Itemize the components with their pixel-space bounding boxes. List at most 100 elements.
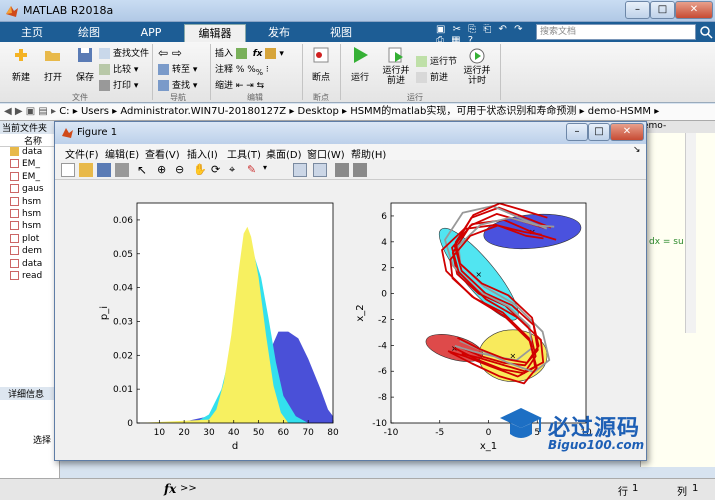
tab-apps[interactable]: APP (122, 24, 180, 42)
command-prompt[interactable]: >> (180, 483, 197, 494)
editor-scrollbar[interactable] (685, 133, 696, 333)
print-figure-icon[interactable] (115, 163, 129, 177)
brush-dropdown-icon[interactable]: ▾ (263, 163, 277, 177)
search-icon[interactable] (699, 25, 713, 39)
menu-edit[interactable]: 编辑(E) (105, 146, 139, 161)
tab-editor[interactable]: 编辑器 (184, 24, 246, 42)
file-list-item[interactable]: EM_ (0, 159, 59, 171)
x-tick-label: -5 (435, 428, 444, 438)
quick-access-toolbar[interactable]: ▣ ✂ ⎘ ⎗ ↶ ↷ ⎙ ▦ ? (436, 24, 532, 46)
menu-tools[interactable]: 工具(T) (227, 146, 261, 161)
path-part[interactable]: demo-HSMM (588, 106, 651, 117)
y-tick-label: 0.06 (113, 216, 133, 226)
file-list-item[interactable]: hsm (0, 208, 59, 221)
nav-back-forward[interactable]: ◀ ▶ ▣ ▤ ▸ (0, 106, 56, 117)
close-button[interactable]: ✕ (675, 1, 713, 19)
menu-view[interactable]: 查看(V) (145, 146, 180, 161)
brush-icon[interactable]: ✎ (247, 163, 261, 177)
plot-tools-icon[interactable] (353, 163, 367, 177)
tab-home[interactable]: 主页 (6, 24, 58, 42)
run-time-button[interactable]: 运行并 计时 (460, 46, 494, 86)
run-button[interactable]: 运行 (344, 46, 376, 83)
path-part[interactable]: HSMM的matlab实现，可用于状态识别和寿命预测 (350, 106, 576, 117)
goto-icon (158, 64, 169, 75)
path-part[interactable]: Administrator.WIN7U-20180127Z (120, 106, 286, 117)
pointer-icon[interactable]: ↖ (137, 163, 151, 177)
run-advance-button[interactable]: 运行并 前进 (378, 46, 414, 86)
x-tick-label: 0 (486, 428, 492, 438)
minimize-button[interactable]: – (625, 1, 650, 19)
search-docs-input[interactable]: 搜索文档 (536, 24, 696, 40)
menu-insert[interactable]: 插入(I) (187, 146, 218, 161)
rotate-icon[interactable]: ⟳ (211, 163, 225, 177)
compare-icon (99, 64, 110, 75)
menu-help[interactable]: 帮助(H) (351, 146, 386, 161)
file-list-item[interactable]: dem (0, 246, 59, 258)
menu-desktop[interactable]: 桌面(D) (266, 146, 302, 161)
tab-plots[interactable]: 绘图 (60, 24, 118, 42)
open-button[interactable]: 打开 (38, 46, 68, 83)
save-figure-icon[interactable] (97, 163, 111, 177)
print-button[interactable]: 打印 ▾ (99, 78, 138, 91)
menu-file[interactable]: 文件(F) (65, 146, 99, 161)
y-tick-label: 0.05 (113, 250, 133, 260)
file-list-item[interactable]: hsm (0, 196, 59, 209)
file-list-item[interactable]: data (0, 147, 59, 159)
new-button[interactable]: 新建 (6, 46, 36, 83)
maximize-button[interactable]: □ (650, 1, 675, 19)
insert-button[interactable]: 插入 fx ▾ (215, 46, 284, 59)
figure-close-button[interactable]: ✕ (610, 123, 644, 141)
legend-icon[interactable] (335, 163, 349, 177)
zoom-out-icon[interactable]: ⊖ (175, 163, 189, 177)
file-name: dem (22, 246, 43, 257)
indent-button[interactable]: 缩进 ⇤ ⇥ ⇆ (215, 78, 264, 91)
new-figure-icon[interactable] (61, 163, 75, 177)
breakpoint-icon (312, 46, 330, 64)
pan-icon[interactable]: ✋ (193, 163, 207, 177)
file-icon (10, 221, 19, 231)
menu-window[interactable]: 窗口(W) (307, 146, 345, 161)
column-header-name[interactable]: 名称 (0, 134, 59, 147)
group-label-breakpoints: 断点 (313, 93, 329, 102)
advance-button[interactable]: 前进 (416, 70, 448, 83)
find-button[interactable]: 查找 ▾ (158, 78, 197, 91)
dock-arrow-icon[interactable]: ↘ (633, 145, 641, 155)
data-cursor-icon[interactable]: ⌖ (229, 163, 243, 177)
breakpoints-button[interactable]: 断点 (306, 46, 336, 83)
file-name: plot (22, 233, 40, 244)
path-part[interactable]: Desktop (298, 106, 339, 117)
y-tick-label: -2 (378, 315, 387, 325)
tab-publish[interactable]: 发布 (250, 24, 308, 42)
file-name: data (22, 258, 43, 269)
path-part[interactable]: C: (59, 106, 69, 117)
file-list-item[interactable]: hsm (0, 221, 59, 233)
file-list-item[interactable]: data (0, 258, 59, 271)
file-list-item[interactable]: gaus (0, 184, 59, 196)
zoom-in-icon[interactable]: ⊕ (157, 163, 171, 177)
editor-pane: emo- dx = su (640, 121, 715, 467)
duration-distribution-axes[interactable]: 10 20 30 40 50 60 70 80 0 0.01 0.02 0.03 0.04 0.05 0.0… (99, 202, 339, 452)
y-tick-label: 0.01 (113, 385, 133, 395)
figure-maximize-button[interactable]: □ (588, 123, 610, 141)
goto-button[interactable]: 转至 ▾ (158, 62, 197, 75)
compare-button[interactable]: 比较 ▾ (99, 62, 138, 75)
folder-open-icon (44, 46, 62, 64)
colorbar-icon[interactable] (313, 163, 327, 177)
open-file-icon[interactable] (79, 163, 93, 177)
find-files-button[interactable]: 查找文件 (99, 46, 149, 59)
file-list-item[interactable]: EM_ (0, 171, 59, 184)
file-list-item[interactable]: plot (0, 233, 59, 246)
run-section-button[interactable]: 运行节 (416, 54, 457, 67)
x-axis-label: x_1 (480, 441, 497, 452)
file-list-item[interactable]: read (0, 270, 59, 283)
link-plot-icon[interactable] (293, 163, 307, 177)
comment-button[interactable]: 注释 % %% ⁝ (215, 62, 269, 77)
path-part[interactable]: Users (81, 106, 109, 117)
save-button[interactable]: 保存 (70, 46, 100, 83)
tab-view[interactable]: 视图 (312, 24, 370, 42)
advance-icon (416, 72, 427, 83)
editor-tab[interactable]: emo- (641, 121, 715, 133)
address-bar[interactable]: ◀ ▶ ▣ ▤ ▸ C: ▸ Users ▸ Administrator.WIN… (0, 104, 715, 121)
nav-arrows[interactable]: ⇦ ⇨ (158, 46, 182, 60)
figure-minimize-button[interactable]: – (566, 123, 588, 141)
